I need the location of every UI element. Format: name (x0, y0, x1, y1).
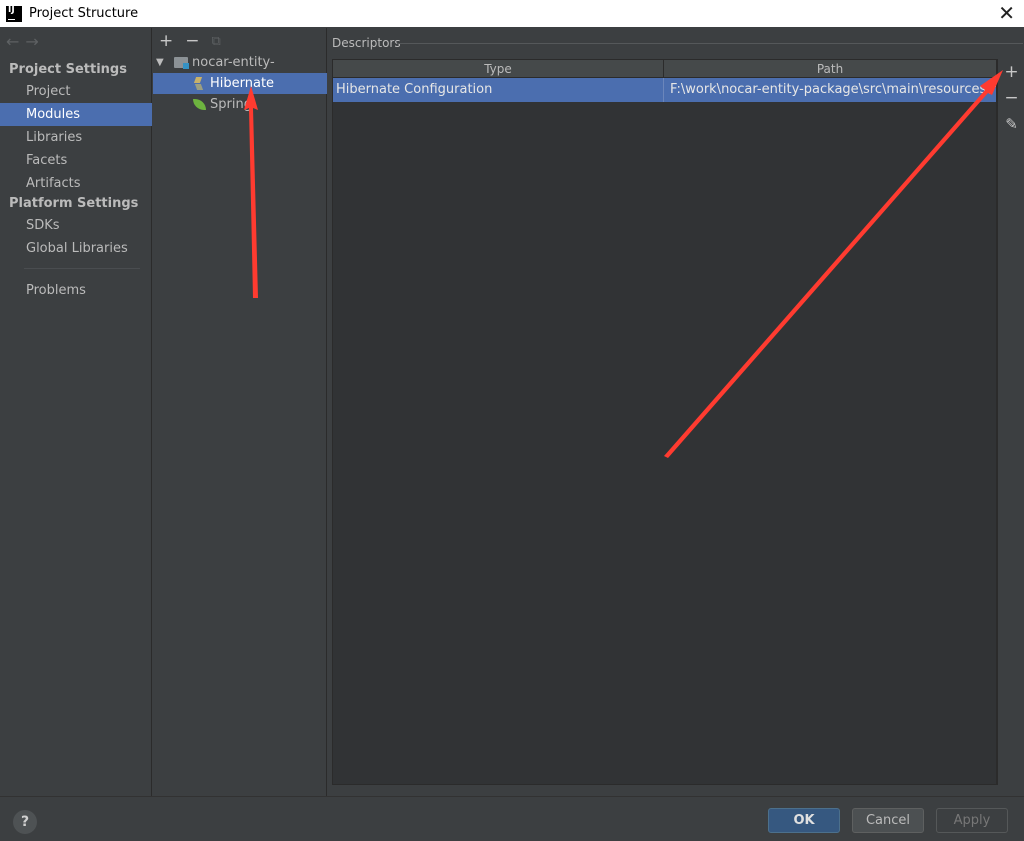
add-descriptor-icon[interactable]: + (998, 61, 1024, 83)
window-title-bar: IJ Project Structure ✕ (0, 0, 1024, 27)
cancel-button[interactable]: Cancel (852, 808, 924, 833)
sidebar-item-libraries[interactable]: Libraries (0, 126, 152, 149)
tree-node-spring[interactable]: Spring (153, 94, 327, 115)
hibernate-icon (193, 77, 205, 90)
spring-leaf-icon (193, 99, 206, 110)
sidebar-divider (24, 268, 140, 269)
column-header-type[interactable]: Type (333, 60, 664, 78)
close-icon[interactable]: ✕ (998, 3, 1015, 23)
descriptors-separator (397, 43, 1023, 44)
facet-name: Spring (210, 97, 252, 112)
expand-caret-icon[interactable]: ▼ (156, 52, 164, 73)
ok-button[interactable]: OK (768, 808, 840, 833)
tree-node-hibernate[interactable]: Hibernate (153, 73, 327, 94)
sidebar-item-problems[interactable]: Problems (0, 279, 152, 302)
descriptors-table[interactable]: Type Path Hibernate Configuration F:\wor… (332, 59, 997, 785)
tree-node-module[interactable]: ▼ nocar-entity-package (153, 52, 327, 91)
facet-name: Hibernate (210, 76, 275, 91)
descriptor-tools: + − ✎ (997, 59, 1024, 785)
remove-icon[interactable]: − (185, 31, 199, 51)
back-arrow-icon[interactable]: ← (6, 32, 25, 51)
settings-sidebar: ←→ Project Settings Project Modules Libr… (0, 28, 152, 796)
nav-arrows: ←→ (6, 32, 45, 51)
sidebar-item-modules[interactable]: Modules (0, 103, 152, 126)
forward-arrow-icon[interactable]: → (25, 32, 44, 51)
sidebar-item-facets[interactable]: Facets (0, 149, 152, 172)
descriptors-heading: Descriptors (332, 36, 401, 50)
sidebar-item-project[interactable]: Project (0, 80, 152, 103)
sidebar-item-global-libraries[interactable]: Global Libraries (0, 237, 152, 260)
edit-pencil-icon[interactable]: ✎ (998, 113, 1024, 135)
help-icon[interactable]: ? (13, 810, 37, 834)
apply-button[interactable]: Apply (936, 808, 1008, 833)
cell-type[interactable]: Hibernate Configuration (333, 78, 664, 102)
sidebar-item-sdks[interactable]: SDKs (0, 214, 152, 237)
dialog-button-bar: ? OK Cancel Apply (0, 796, 1024, 841)
module-folder-icon (174, 57, 189, 69)
facet-settings-panel: Descriptors Type Path Hibernate Configur… (327, 28, 1024, 796)
tree-toolbar: + − ⧉ (159, 30, 221, 52)
add-icon[interactable]: + (159, 31, 173, 51)
table-row[interactable]: Hibernate Configuration F:\work\nocar-en… (333, 78, 996, 102)
platform-settings-heading: Platform Settings (9, 196, 139, 211)
sidebar-item-artifacts[interactable]: Artifacts (0, 172, 152, 195)
module-tree-panel: + − ⧉ ▼ nocar-entity-package Hibernate S… (153, 28, 327, 796)
copy-icon[interactable]: ⧉ (212, 34, 221, 49)
column-header-path[interactable]: Path (664, 60, 996, 78)
intellij-logo-icon: IJ (6, 5, 22, 22)
project-settings-heading: Project Settings (9, 62, 127, 77)
window-title: Project Structure (29, 6, 139, 21)
remove-descriptor-icon[interactable]: − (998, 87, 1024, 109)
table-header: Type Path (333, 60, 996, 78)
cell-path[interactable]: F:\work\nocar-entity-package\src\main\re… (664, 78, 996, 102)
